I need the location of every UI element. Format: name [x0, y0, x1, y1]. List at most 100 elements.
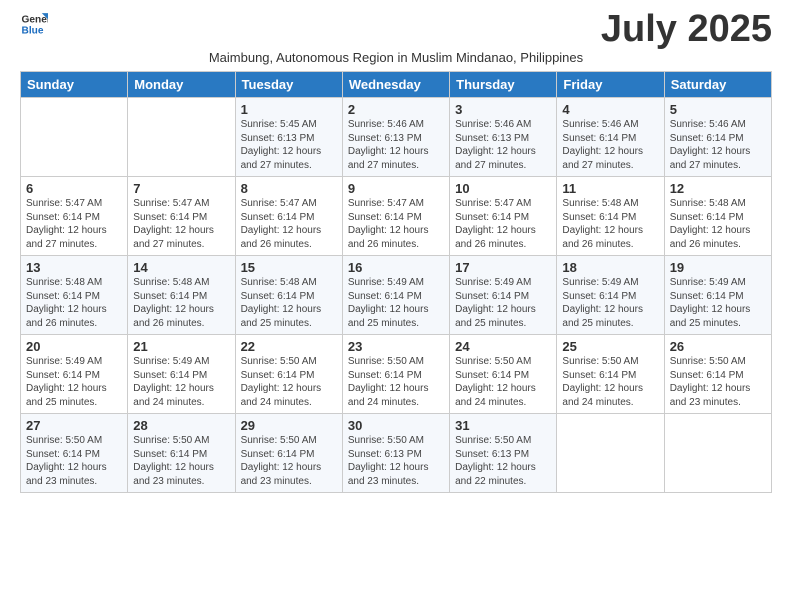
day-info: Sunrise: 5:48 AM Sunset: 6:14 PM Dayligh…	[26, 276, 122, 330]
header: General Blue July 2025	[20, 10, 772, 48]
day-info: Sunrise: 5:49 AM Sunset: 6:14 PM Dayligh…	[26, 355, 122, 409]
day-info: Sunrise: 5:47 AM Sunset: 6:14 PM Dayligh…	[241, 197, 337, 251]
day-info: Sunrise: 5:48 AM Sunset: 6:14 PM Dayligh…	[562, 197, 658, 251]
table-row: 19Sunrise: 5:49 AM Sunset: 6:14 PM Dayli…	[664, 256, 771, 335]
day-number: 17	[455, 260, 551, 275]
day-number: 9	[348, 181, 444, 196]
table-row: 11Sunrise: 5:48 AM Sunset: 6:14 PM Dayli…	[557, 177, 664, 256]
day-number: 1	[241, 102, 337, 117]
col-monday: Monday	[128, 72, 235, 98]
day-info: Sunrise: 5:49 AM Sunset: 6:14 PM Dayligh…	[133, 355, 229, 409]
day-number: 13	[26, 260, 122, 275]
table-row: 21Sunrise: 5:49 AM Sunset: 6:14 PM Dayli…	[128, 335, 235, 414]
logo-icon: General Blue	[20, 10, 48, 38]
day-number: 4	[562, 102, 658, 117]
calendar-row: 27Sunrise: 5:50 AM Sunset: 6:14 PM Dayli…	[21, 414, 772, 493]
day-info: Sunrise: 5:47 AM Sunset: 6:14 PM Dayligh…	[26, 197, 122, 251]
day-number: 8	[241, 181, 337, 196]
table-row: 15Sunrise: 5:48 AM Sunset: 6:14 PM Dayli…	[235, 256, 342, 335]
table-row: 18Sunrise: 5:49 AM Sunset: 6:14 PM Dayli…	[557, 256, 664, 335]
day-number: 7	[133, 181, 229, 196]
day-number: 25	[562, 339, 658, 354]
day-info: Sunrise: 5:50 AM Sunset: 6:14 PM Dayligh…	[455, 355, 551, 409]
calendar-row: 13Sunrise: 5:48 AM Sunset: 6:14 PM Dayli…	[21, 256, 772, 335]
table-row: 30Sunrise: 5:50 AM Sunset: 6:13 PM Dayli…	[342, 414, 449, 493]
day-number: 30	[348, 418, 444, 433]
day-number: 18	[562, 260, 658, 275]
col-tuesday: Tuesday	[235, 72, 342, 98]
table-row: 17Sunrise: 5:49 AM Sunset: 6:14 PM Dayli…	[450, 256, 557, 335]
month-title: July 2025	[601, 10, 772, 48]
table-row: 4Sunrise: 5:46 AM Sunset: 6:14 PM Daylig…	[557, 98, 664, 177]
day-number: 10	[455, 181, 551, 196]
day-info: Sunrise: 5:50 AM Sunset: 6:14 PM Dayligh…	[348, 355, 444, 409]
table-row: 29Sunrise: 5:50 AM Sunset: 6:14 PM Dayli…	[235, 414, 342, 493]
table-row: 28Sunrise: 5:50 AM Sunset: 6:14 PM Dayli…	[128, 414, 235, 493]
table-row	[128, 98, 235, 177]
table-row: 23Sunrise: 5:50 AM Sunset: 6:14 PM Dayli…	[342, 335, 449, 414]
table-row: 14Sunrise: 5:48 AM Sunset: 6:14 PM Dayli…	[128, 256, 235, 335]
day-number: 16	[348, 260, 444, 275]
col-friday: Friday	[557, 72, 664, 98]
day-info: Sunrise: 5:46 AM Sunset: 6:14 PM Dayligh…	[562, 118, 658, 172]
day-info: Sunrise: 5:50 AM Sunset: 6:14 PM Dayligh…	[241, 355, 337, 409]
day-info: Sunrise: 5:46 AM Sunset: 6:14 PM Dayligh…	[670, 118, 766, 172]
col-saturday: Saturday	[664, 72, 771, 98]
day-number: 31	[455, 418, 551, 433]
day-info: Sunrise: 5:48 AM Sunset: 6:14 PM Dayligh…	[241, 276, 337, 330]
day-info: Sunrise: 5:50 AM Sunset: 6:13 PM Dayligh…	[348, 434, 444, 488]
day-number: 24	[455, 339, 551, 354]
page: General Blue July 2025 Maimbung, Autonom…	[0, 0, 792, 503]
day-info: Sunrise: 5:49 AM Sunset: 6:14 PM Dayligh…	[348, 276, 444, 330]
table-row: 24Sunrise: 5:50 AM Sunset: 6:14 PM Dayli…	[450, 335, 557, 414]
day-info: Sunrise: 5:50 AM Sunset: 6:14 PM Dayligh…	[26, 434, 122, 488]
day-info: Sunrise: 5:50 AM Sunset: 6:14 PM Dayligh…	[133, 434, 229, 488]
day-info: Sunrise: 5:50 AM Sunset: 6:13 PM Dayligh…	[455, 434, 551, 488]
day-info: Sunrise: 5:47 AM Sunset: 6:14 PM Dayligh…	[455, 197, 551, 251]
col-wednesday: Wednesday	[342, 72, 449, 98]
calendar-table: Sunday Monday Tuesday Wednesday Thursday…	[20, 71, 772, 493]
table-row: 12Sunrise: 5:48 AM Sunset: 6:14 PM Dayli…	[664, 177, 771, 256]
table-row: 6Sunrise: 5:47 AM Sunset: 6:14 PM Daylig…	[21, 177, 128, 256]
day-number: 22	[241, 339, 337, 354]
day-number: 5	[670, 102, 766, 117]
table-row: 2Sunrise: 5:46 AM Sunset: 6:13 PM Daylig…	[342, 98, 449, 177]
table-row: 3Sunrise: 5:46 AM Sunset: 6:13 PM Daylig…	[450, 98, 557, 177]
day-info: Sunrise: 5:48 AM Sunset: 6:14 PM Dayligh…	[133, 276, 229, 330]
day-info: Sunrise: 5:46 AM Sunset: 6:13 PM Dayligh…	[348, 118, 444, 172]
day-number: 15	[241, 260, 337, 275]
table-row: 13Sunrise: 5:48 AM Sunset: 6:14 PM Dayli…	[21, 256, 128, 335]
day-info: Sunrise: 5:48 AM Sunset: 6:14 PM Dayligh…	[670, 197, 766, 251]
table-row: 5Sunrise: 5:46 AM Sunset: 6:14 PM Daylig…	[664, 98, 771, 177]
table-row: 31Sunrise: 5:50 AM Sunset: 6:13 PM Dayli…	[450, 414, 557, 493]
calendar-row: 6Sunrise: 5:47 AM Sunset: 6:14 PM Daylig…	[21, 177, 772, 256]
day-info: Sunrise: 5:49 AM Sunset: 6:14 PM Dayligh…	[670, 276, 766, 330]
day-number: 21	[133, 339, 229, 354]
day-number: 11	[562, 181, 658, 196]
day-info: Sunrise: 5:50 AM Sunset: 6:14 PM Dayligh…	[241, 434, 337, 488]
svg-text:Blue: Blue	[22, 25, 44, 36]
svg-text:General: General	[22, 14, 48, 25]
day-info: Sunrise: 5:47 AM Sunset: 6:14 PM Dayligh…	[348, 197, 444, 251]
day-info: Sunrise: 5:45 AM Sunset: 6:13 PM Dayligh…	[241, 118, 337, 172]
col-thursday: Thursday	[450, 72, 557, 98]
table-row: 7Sunrise: 5:47 AM Sunset: 6:14 PM Daylig…	[128, 177, 235, 256]
calendar-header-row: Sunday Monday Tuesday Wednesday Thursday…	[21, 72, 772, 98]
calendar-row: 1Sunrise: 5:45 AM Sunset: 6:13 PM Daylig…	[21, 98, 772, 177]
day-number: 19	[670, 260, 766, 275]
calendar-row: 20Sunrise: 5:49 AM Sunset: 6:14 PM Dayli…	[21, 335, 772, 414]
table-row: 25Sunrise: 5:50 AM Sunset: 6:14 PM Dayli…	[557, 335, 664, 414]
table-row: 22Sunrise: 5:50 AM Sunset: 6:14 PM Dayli…	[235, 335, 342, 414]
table-row: 16Sunrise: 5:49 AM Sunset: 6:14 PM Dayli…	[342, 256, 449, 335]
day-number: 23	[348, 339, 444, 354]
day-number: 28	[133, 418, 229, 433]
table-row: 10Sunrise: 5:47 AM Sunset: 6:14 PM Dayli…	[450, 177, 557, 256]
table-row: 8Sunrise: 5:47 AM Sunset: 6:14 PM Daylig…	[235, 177, 342, 256]
subtitle: Maimbung, Autonomous Region in Muslim Mi…	[20, 50, 772, 65]
table-row: 26Sunrise: 5:50 AM Sunset: 6:14 PM Dayli…	[664, 335, 771, 414]
table-row: 20Sunrise: 5:49 AM Sunset: 6:14 PM Dayli…	[21, 335, 128, 414]
logo: General Blue	[20, 10, 48, 38]
day-number: 29	[241, 418, 337, 433]
table-row: 9Sunrise: 5:47 AM Sunset: 6:14 PM Daylig…	[342, 177, 449, 256]
table-row	[21, 98, 128, 177]
